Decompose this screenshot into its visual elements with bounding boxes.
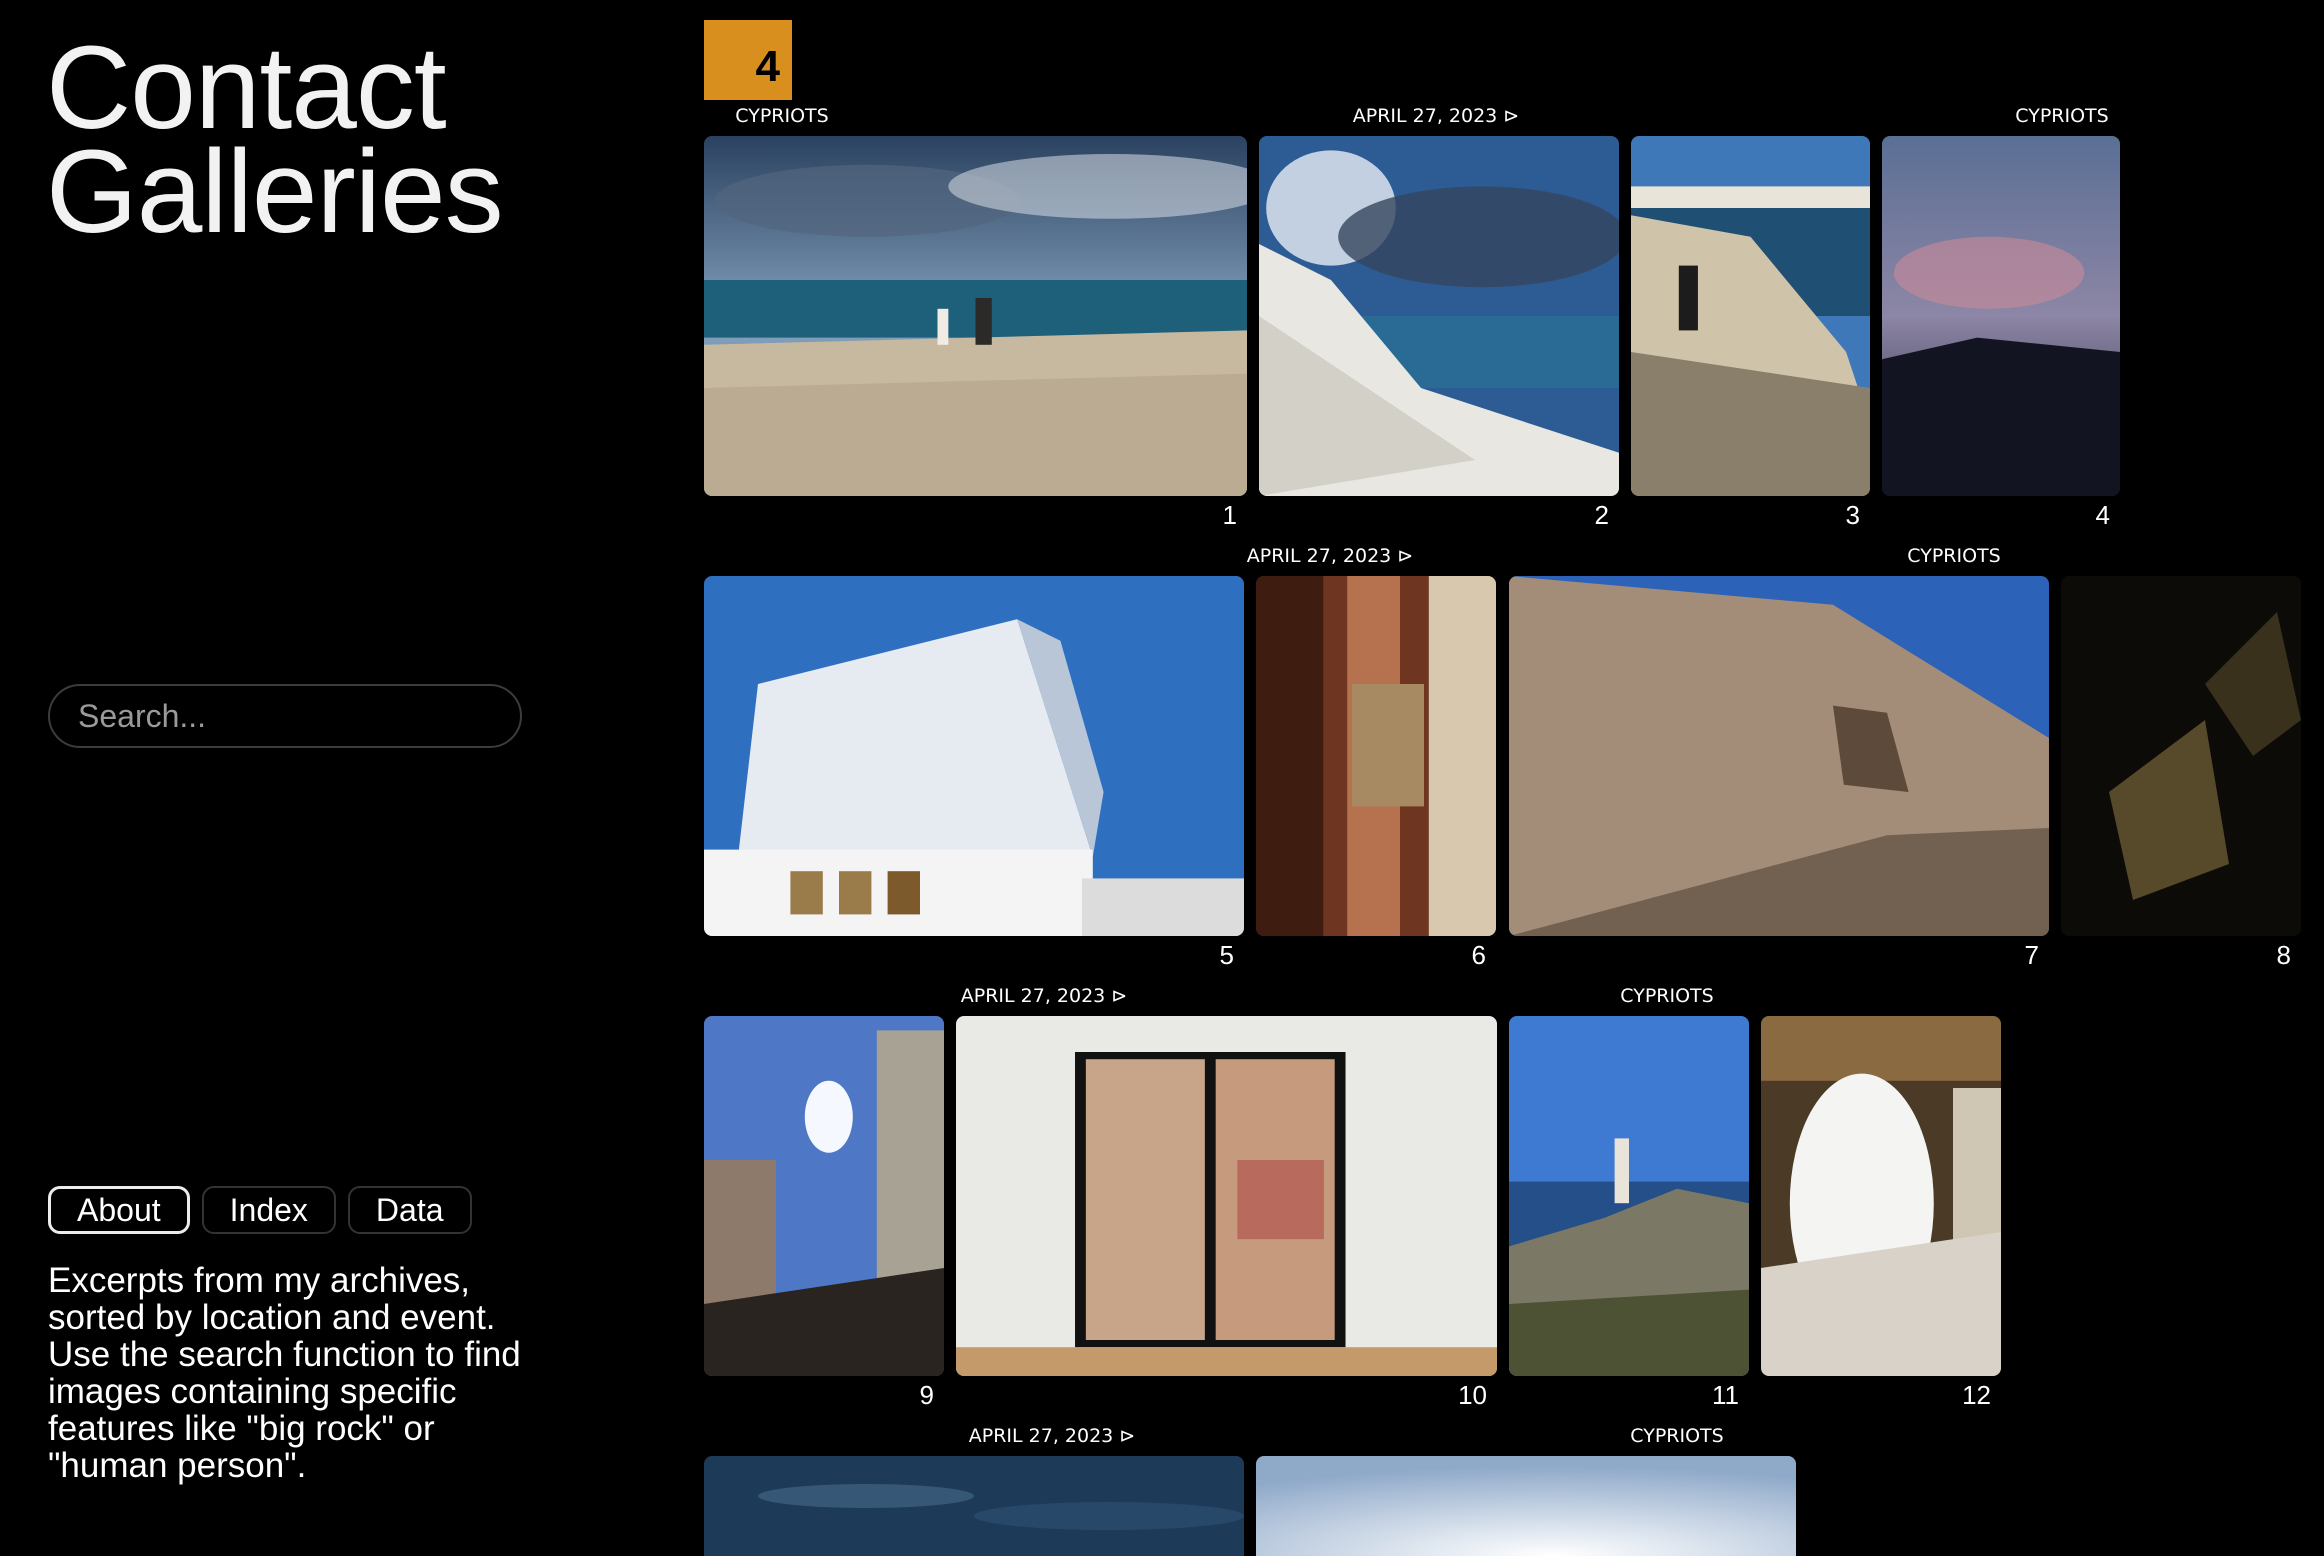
date-label[interactable]: APRIL 27, 2023 ⊳ — [1353, 105, 1519, 127]
photo-sunny-street — [704, 1016, 944, 1376]
photo-thumbnail[interactable] — [1259, 136, 1619, 496]
photo-thumbnail[interactable] — [704, 576, 1244, 936]
photo-white-building — [704, 576, 1244, 936]
photo-person-on-cliff — [1509, 1016, 1749, 1376]
location-label[interactable]: CYPRIOTS — [1620, 985, 1713, 1007]
photo-dark-abstract — [2061, 576, 2301, 936]
tab-about[interactable]: About — [48, 1186, 190, 1234]
page-title: Contact Galleries — [46, 22, 504, 258]
photo-thumbnail[interactable] — [1631, 136, 1870, 496]
photo-number: 7 — [2024, 940, 2039, 970]
photo-thumbnail[interactable] — [1256, 576, 1496, 936]
photo-thumbnail[interactable] — [704, 136, 1247, 496]
photo-thumbnail[interactable] — [1882, 136, 2120, 496]
photo-thumbnail[interactable] — [1509, 576, 2049, 936]
gallery-count-badge: 4 — [704, 20, 792, 100]
location-label[interactable]: CYPRIOTS — [735, 105, 828, 127]
photo-white-rock-coast — [1259, 136, 1619, 496]
photo-sea-water — [704, 1456, 1244, 1556]
photo-dusk-sky — [1882, 136, 2120, 496]
photo-number: 8 — [2276, 940, 2291, 970]
location-label[interactable]: CYPRIOTS — [2015, 105, 2108, 127]
photo-number: 11 — [1712, 1380, 1739, 1410]
photo-bright-sky — [1256, 1456, 1796, 1556]
photo-seaside-cliff — [704, 136, 1247, 496]
photo-thumbnail[interactable] — [1761, 1016, 2001, 1376]
photo-number: 3 — [1845, 500, 1860, 530]
date-label[interactable]: APRIL 27, 2023 ⊳ — [969, 1425, 1135, 1447]
search-input[interactable] — [48, 684, 522, 748]
photo-number: 1 — [1222, 500, 1237, 530]
location-label[interactable]: CYPRIOTS — [1630, 1425, 1723, 1447]
photo-building-detail — [1256, 576, 1496, 936]
tab-data[interactable]: Data — [347, 1186, 472, 1234]
photo-number: 4 — [2095, 500, 2110, 530]
date-label[interactable]: APRIL 27, 2023 ⊳ — [961, 985, 1127, 1007]
photo-thumbnail[interactable] — [704, 1456, 1244, 1556]
photo-number: 10 — [1458, 1380, 1487, 1410]
photo-number: 6 — [1471, 940, 1486, 970]
photo-arched-corridor — [1761, 1016, 2001, 1376]
photo-glass-door — [956, 1016, 1497, 1376]
tab-index[interactable]: Index — [201, 1186, 336, 1234]
photo-thumbnail[interactable] — [2061, 576, 2301, 936]
photo-stucco-wall — [1509, 576, 2049, 936]
photo-thumbnail[interactable] — [704, 1016, 944, 1376]
photo-number: 12 — [1962, 1380, 1991, 1410]
photo-number: 9 — [919, 1380, 934, 1410]
about-description: Excerpts from my archives, sorted by loc… — [48, 1261, 521, 1485]
photo-thumbnail[interactable] — [1509, 1016, 1749, 1376]
photo-number: 5 — [1219, 940, 1234, 970]
date-label[interactable]: APRIL 27, 2023 ⊳ — [1247, 545, 1413, 567]
photo-number: 2 — [1594, 500, 1609, 530]
photo-person-on-rocks — [1631, 136, 1870, 496]
location-label[interactable]: CYPRIOTS — [1907, 545, 2000, 567]
tab-bar: About Index Data — [48, 1186, 472, 1234]
photo-thumbnail[interactable] — [1256, 1456, 1796, 1556]
photo-thumbnail[interactable] — [956, 1016, 1497, 1376]
